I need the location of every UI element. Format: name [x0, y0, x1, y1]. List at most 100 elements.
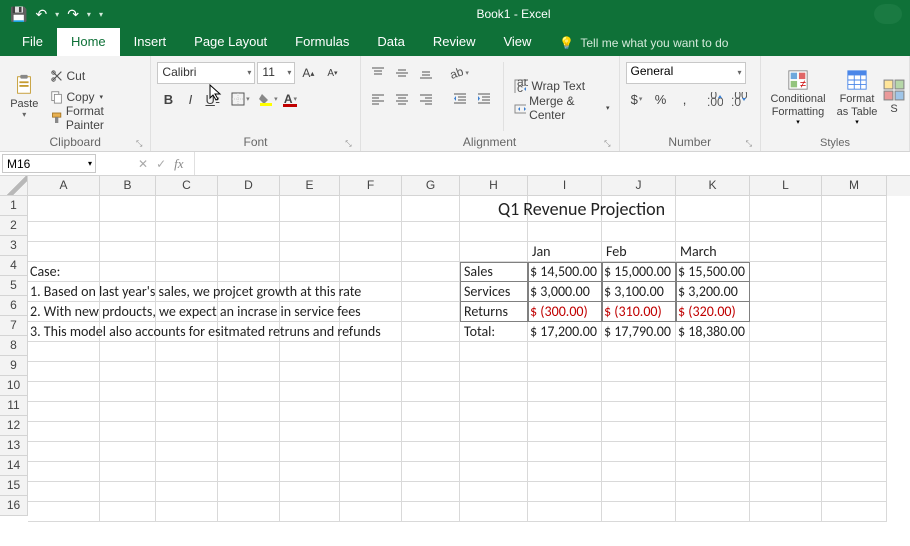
col-header-A[interactable]: A [28, 176, 100, 196]
cell[interactable] [28, 222, 100, 242]
cell[interactable] [28, 342, 100, 362]
row-header-11[interactable]: 11 [0, 396, 28, 416]
cell[interactable] [100, 222, 156, 242]
cell[interactable] [460, 462, 528, 482]
cell[interactable] [156, 402, 218, 422]
col-header-H[interactable]: H [460, 176, 528, 196]
formula-input[interactable] [194, 152, 910, 175]
cell[interactable] [28, 242, 100, 262]
cell[interactable] [340, 362, 402, 382]
cell[interactable] [676, 442, 750, 462]
merge-center-button[interactable]: Merge & Center▾ [511, 98, 612, 118]
cell[interactable] [460, 382, 528, 402]
col-header-F[interactable]: F [340, 176, 402, 196]
cell[interactable] [100, 482, 156, 502]
cell[interactable] [822, 402, 887, 422]
cell[interactable] [528, 222, 602, 242]
cell[interactable] [28, 442, 100, 462]
col-header-G[interactable]: G [402, 176, 460, 196]
row-header-14[interactable]: 14 [0, 456, 28, 476]
cell[interactable] [28, 462, 100, 482]
cell[interactable] [528, 462, 602, 482]
cell[interactable] [156, 422, 218, 442]
border-button[interactable] [229, 88, 251, 110]
row-header-1[interactable]: 1 [0, 196, 28, 216]
cell[interactable] [100, 342, 156, 362]
font-name-select[interactable]: Calibri▾ [157, 62, 255, 84]
cell[interactable] [676, 462, 750, 482]
cell[interactable] [340, 402, 402, 422]
cell[interactable] [28, 482, 100, 502]
cell[interactable] [602, 422, 676, 442]
cell[interactable] [402, 242, 460, 262]
cell[interactable] [340, 482, 402, 502]
cell[interactable] [402, 196, 460, 222]
tab-file[interactable]: File [8, 28, 57, 56]
col-header-E[interactable]: E [280, 176, 340, 196]
cell[interactable] [460, 482, 528, 502]
row-header-2[interactable]: 2 [0, 216, 28, 236]
tab-home[interactable]: Home [57, 28, 120, 56]
cell[interactable] [402, 322, 460, 342]
row-header-9[interactable]: 9 [0, 356, 28, 376]
cell[interactable] [402, 262, 460, 282]
col-header-B[interactable]: B [100, 176, 156, 196]
cell[interactable] [100, 442, 156, 462]
cell[interactable] [750, 222, 822, 242]
cell[interactable] [402, 482, 460, 502]
alignment-dialog-launcher-icon[interactable]: ⤡ [604, 139, 610, 149]
cell[interactable] [402, 302, 460, 322]
cell[interactable] [402, 282, 460, 302]
tab-formulas[interactable]: Formulas [281, 28, 363, 56]
row-header-5[interactable]: 5 [0, 276, 28, 296]
cell[interactable] [602, 462, 676, 482]
cell[interactable] [280, 242, 340, 262]
cell[interactable] [218, 342, 280, 362]
cell[interactable] [28, 196, 100, 222]
cell[interactable] [218, 462, 280, 482]
cell[interactable] [676, 402, 750, 422]
cell[interactable] [750, 482, 822, 502]
orientation-button[interactable]: ab [449, 62, 471, 84]
cell[interactable] [750, 362, 822, 382]
cell[interactable] [100, 502, 156, 522]
cell[interactable] [402, 362, 460, 382]
cell[interactable] [676, 422, 750, 442]
cell[interactable] [156, 342, 218, 362]
cell[interactable] [460, 502, 528, 522]
cell[interactable] [528, 402, 602, 422]
cell[interactable] [822, 302, 887, 322]
tab-insert[interactable]: Insert [120, 28, 181, 56]
cell[interactable] [528, 382, 602, 402]
cell[interactable] [156, 462, 218, 482]
decrease-indent-icon[interactable] [449, 88, 471, 110]
align-top-icon[interactable] [367, 62, 389, 84]
number-dialog-launcher-icon[interactable]: ⤡ [746, 139, 752, 149]
cell[interactable] [602, 342, 676, 362]
cell[interactable] [528, 342, 602, 362]
cell[interactable] [602, 222, 676, 242]
cell[interactable] [676, 482, 750, 502]
fill-color-button[interactable] [257, 88, 279, 110]
cell[interactable] [280, 482, 340, 502]
cell-styles-button[interactable]: S [885, 60, 903, 135]
cell[interactable] [100, 262, 156, 282]
row-header-8[interactable]: 8 [0, 336, 28, 356]
cell[interactable] [218, 442, 280, 462]
cell[interactable] [528, 362, 602, 382]
cell[interactable] [218, 242, 280, 262]
wrap-text-button[interactable]: abcWrap Text [511, 76, 612, 96]
worksheet-grid[interactable]: ABCDEFGHIJKLM 12345678910111213141516 Q1… [0, 176, 910, 546]
cell[interactable] [822, 462, 887, 482]
cell[interactable] [402, 402, 460, 422]
cell[interactable] [156, 262, 218, 282]
cell[interactable] [156, 502, 218, 522]
comma-button[interactable]: , [674, 88, 696, 110]
decrease-decimal-icon[interactable]: .00.0 [728, 88, 750, 110]
cut-button[interactable]: Cut [47, 66, 145, 86]
cell[interactable] [156, 442, 218, 462]
cell[interactable] [156, 222, 218, 242]
row-header-7[interactable]: 7 [0, 316, 28, 336]
cell[interactable] [280, 342, 340, 362]
font-size-select[interactable]: 11▾ [257, 62, 295, 84]
